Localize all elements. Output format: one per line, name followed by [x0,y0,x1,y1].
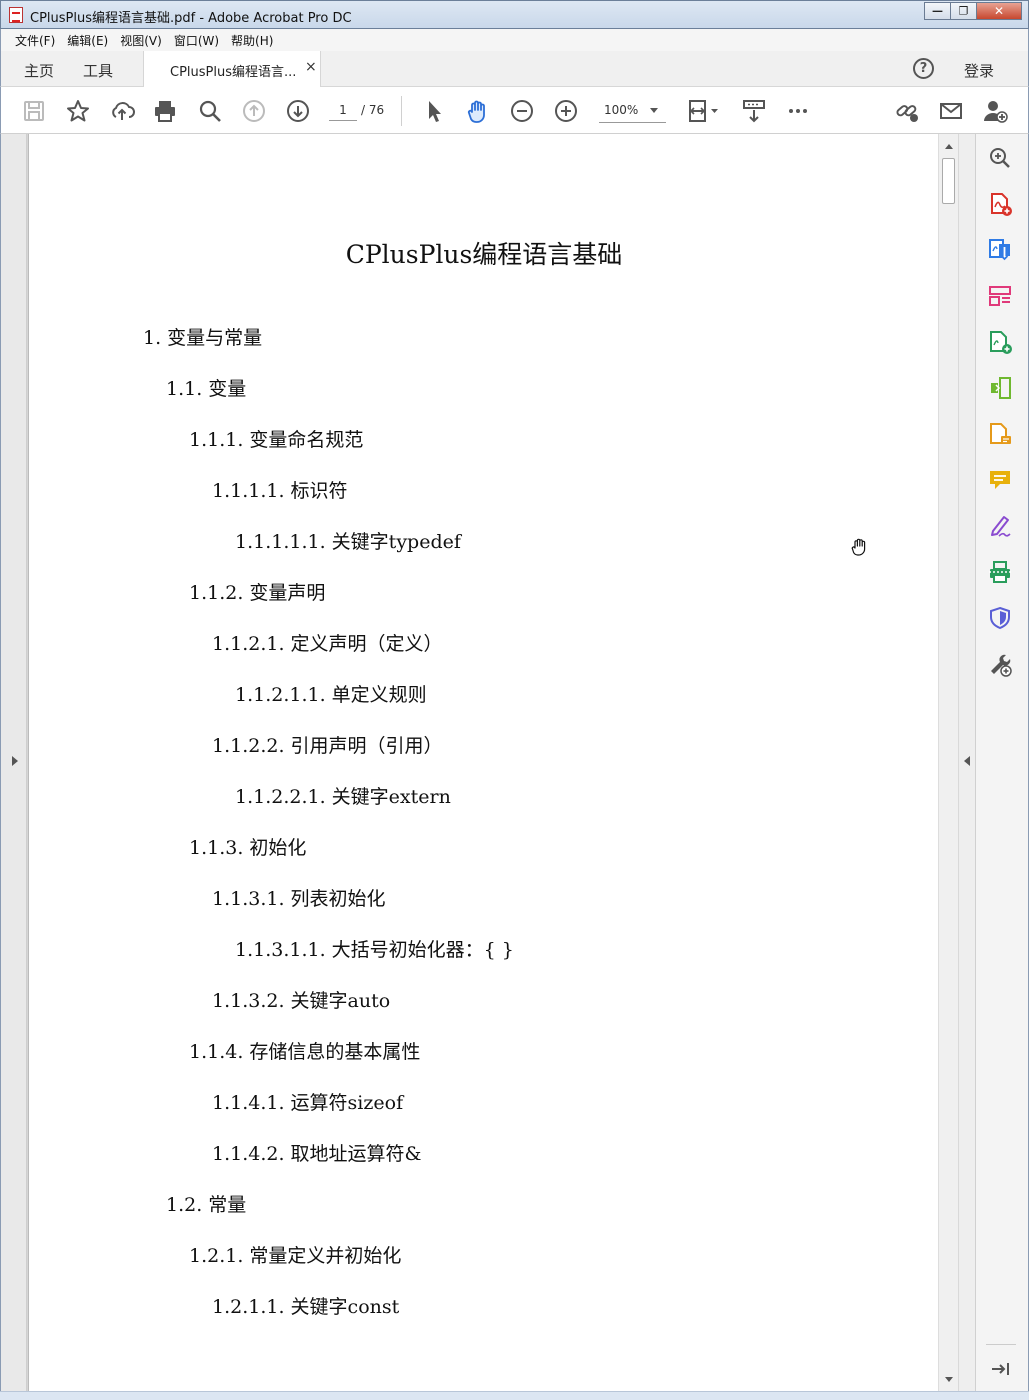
zoom-level-value: 100% [604,103,639,117]
toc-entry: 1.1.3. 初始化 [189,837,307,859]
toc-entry: 1.1.2.1. 定义声明（定义） [212,633,443,655]
toc-entry: 1.1.2.2. 引用声明（引用） [212,735,443,757]
scroll-up-icon[interactable] [945,144,953,149]
fit-page-icon[interactable] [687,98,721,124]
toc-entry: 1.1.4.1. 运算符sizeof [212,1092,404,1114]
zoom-out-icon[interactable] [509,98,535,124]
scroll-mode-icon[interactable] [741,98,767,124]
bookmark-star-icon[interactable] [65,98,91,124]
menu-edit[interactable]: 编辑(E) [61,32,114,49]
document-title: CPlusPlus编程语言基础 [345,240,623,269]
create-pdf-icon[interactable] [987,191,1013,217]
toc-entry: 1.1.1.1.1. 关键字typedef [235,531,461,553]
pdf-page: CPlusPlus编程语言基础 1. 变量与常量 1.1. 变量 1.1.1. … [28,134,938,1391]
edit-pdf-icon[interactable] [987,375,1013,401]
login-link[interactable]: 登录 [964,60,994,81]
email-icon[interactable] [938,98,964,124]
tab-document-label: CPlusPlus编程语言... [170,65,297,80]
acrobat-app-icon [9,7,23,23]
toc-entry: 1.1.4. 存储信息的基本属性 [189,1041,421,1063]
window-title: CPlusPlus编程语言基础.pdf - Adobe Acrobat Pro … [30,11,352,26]
toc-entry: 1.1.3.1.1. 大括号初始化器：{ } [235,939,514,961]
toc-entry: 1.1.2. 变量声明 [189,582,326,604]
toolbar-divider [401,96,402,126]
more-icon[interactable] [785,98,811,124]
help-icon[interactable]: ? [913,58,934,79]
upload-cloud-icon[interactable] [109,98,135,124]
zoom-search-icon[interactable] [987,145,1013,171]
scrollbar-thumb[interactable] [942,158,955,204]
page-up-icon[interactable] [241,98,267,124]
hand-cursor-icon [851,537,869,557]
scan-ocr-icon[interactable] [987,559,1013,585]
collapse-right-panel-icon [964,756,970,766]
hand-tool-icon[interactable] [465,98,491,124]
close-window-button[interactable]: ✕ [976,2,1022,20]
scroll-down-icon[interactable] [945,1377,953,1382]
minimize-icon: — [932,4,943,18]
expand-left-panel-icon [12,756,18,766]
chevron-down-icon [650,108,658,113]
save-icon[interactable] [21,98,47,124]
menu-file[interactable]: 文件(F) [9,32,61,49]
toc-entry: 1.1.3.2. 关键字auto [212,990,391,1012]
tab-document[interactable]: CPlusPlus编程语言... × [143,51,321,87]
page-total: / 76 [361,103,385,117]
tab-bar: 主页 工具 CPlusPlus编程语言... × ? 登录 [0,51,1029,87]
menu-help[interactable]: 帮助(H) [225,32,279,49]
more-tools-icon[interactable] [987,651,1013,677]
window-titlebar: CPlusPlus编程语言基础.pdf - Adobe Acrobat Pro … [0,0,1029,29]
organize-pages-icon[interactable] [987,283,1013,309]
window-bottom-border [0,1391,1029,1400]
right-panel-toggle[interactable] [958,134,976,1391]
left-panel-toggle[interactable] [1,134,27,1391]
toc-entry: 1.1.2.2.1. 关键字extern [235,786,451,808]
toc-entry: 1. 变量与常量 [143,327,263,349]
vertical-scrollbar[interactable] [938,134,958,1391]
toc-entry: 1.2.1. 常量定义并初始化 [189,1245,402,1267]
main-toolbar: 1 / 76 100% [0,87,1029,134]
tools-pane-divider [986,1344,1016,1345]
toc-entry: 1.1. 变量 [166,378,247,400]
combine-files-icon[interactable] [987,329,1013,355]
close-tab-icon[interactable]: × [305,59,317,75]
tools-pane [975,134,1029,1391]
close-icon: ✕ [993,4,1005,18]
minimize-button[interactable]: — [924,2,951,20]
page-down-icon[interactable] [285,98,311,124]
toc-entry: 1.1.1. 变量命名规范 [189,429,364,451]
tab-tools[interactable]: 工具 [83,60,113,81]
print-icon[interactable] [152,98,178,124]
protect-icon[interactable] [987,605,1013,631]
select-cursor-icon[interactable] [421,98,447,124]
toc-entry: 1.2.1.1. 关键字const [212,1296,400,1318]
comment-icon[interactable] [987,467,1013,493]
restore-icon: ❐ [958,4,969,18]
maximize-button[interactable]: ❐ [950,2,977,20]
menu-bar: 文件(F) 编辑(E) 视图(V) 窗口(W) 帮助(H) [0,29,1029,51]
export-pdf-icon[interactable] [987,237,1013,263]
collapse-pane-icon[interactable] [987,1356,1013,1382]
menu-view[interactable]: 视图(V) [114,32,168,49]
send-for-comment-icon[interactable] [987,421,1013,447]
window-controls: — ❐ ✕ [924,2,1022,20]
zoom-level-select[interactable]: 100% [599,99,666,123]
toc-entry: 1.1.3.1. 列表初始化 [212,888,386,910]
fill-sign-icon[interactable] [987,513,1013,539]
toc-entry: 1.1.4.2. 取地址运算符& [212,1143,422,1165]
document-viewer: CPlusPlus编程语言基础 1. 变量与常量 1.1. 变量 1.1.1. … [0,134,976,1391]
toc-entry: 1.1.1.1. 标识符 [212,480,348,502]
toc-entry: 1.1.2.1.1. 单定义规则 [235,684,427,706]
tab-home[interactable]: 主页 [24,60,54,81]
zoom-in-icon[interactable] [553,98,579,124]
page-number-input[interactable]: 1 [329,99,357,121]
share-link-icon[interactable] [894,98,920,124]
search-icon[interactable] [197,98,223,124]
add-user-icon[interactable] [982,98,1008,124]
menu-window[interactable]: 窗口(W) [168,32,225,49]
toc-entry: 1.2. 常量 [166,1194,247,1216]
